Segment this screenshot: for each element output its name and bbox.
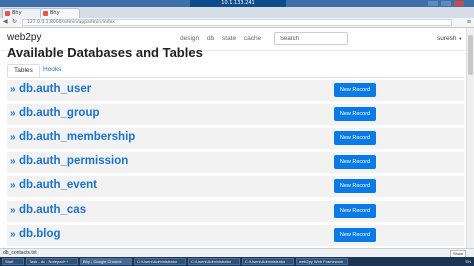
nav-link-state[interactable]: state — [222, 35, 236, 42]
table-row: » db.blog New Record — [7, 225, 464, 246]
expand-arrow-icon: » — [10, 156, 16, 167]
tab-tables[interactable]: Tables — [7, 64, 40, 77]
table-link[interactable]: db.auth_permission — [19, 155, 128, 167]
new-record-button[interactable]: New Record — [334, 179, 376, 193]
table-link[interactable]: db.auth_membership — [19, 131, 135, 143]
browser-tab-strip: Bhy Bhy — [0, 7, 474, 18]
nav-link-db[interactable]: db — [207, 35, 214, 42]
table-link[interactable]: db.blog — [19, 228, 61, 240]
table-link[interactable]: db.auth_event — [19, 179, 97, 191]
nav-link-design[interactable]: design — [180, 35, 199, 42]
browser-tab[interactable]: Bhy — [2, 8, 42, 18]
taskbar-item[interactable]: C:\Users\Administrator — [188, 258, 240, 265]
user-menu[interactable]: suresh ▼ — [437, 35, 462, 42]
system-tray[interactable]: EN — [465, 258, 471, 265]
download-item[interactable]: db_contacts.txt — [3, 250, 37, 257]
browser-tab-active[interactable]: Bhy — [40, 8, 80, 18]
windows-taskbar: Start Task - dc - Notepad++ Bhy - Google… — [0, 257, 474, 266]
brand-logo[interactable]: web2py — [7, 32, 41, 43]
user-name: suresh — [437, 35, 457, 42]
table-link[interactable]: db.auth_user — [19, 83, 91, 95]
table-row: » db.auth_user New Record — [7, 80, 464, 101]
nav-links: design db state cache — [180, 35, 267, 42]
expand-arrow-icon: » — [10, 229, 16, 240]
taskbar-item[interactable]: C:\Users\Administrator — [242, 258, 294, 265]
new-record-button[interactable]: New Record — [334, 204, 376, 218]
table-row: » db.auth_permission New Record — [7, 152, 464, 173]
expand-arrow-icon: » — [10, 180, 16, 191]
table-row: » db.auth_event New Record — [7, 176, 464, 197]
new-record-button[interactable]: New Record — [334, 228, 376, 242]
expand-arrow-icon: » — [10, 108, 16, 119]
new-record-button[interactable]: New Record — [334, 107, 376, 121]
new-record-button[interactable]: New Record — [334, 155, 376, 169]
new-record-button[interactable]: New Record — [334, 131, 376, 145]
scrollbar-thumb[interactable] — [468, 35, 473, 75]
browser-tab-label: Bhy — [12, 10, 22, 16]
browser-tab-label: Bhy — [50, 10, 60, 16]
expand-arrow-icon: » — [10, 132, 16, 143]
search-input[interactable] — [274, 32, 348, 45]
restore-icon[interactable] — [441, 1, 451, 6]
minimize-icon[interactable] — [428, 1, 438, 6]
page-title: Available Databases and Tables — [7, 45, 203, 60]
page-tabs: Tables Hooks — [7, 63, 464, 78]
nav-link-cache[interactable]: cache — [244, 35, 261, 42]
expand-arrow-icon: » — [10, 84, 16, 95]
browser-menu-icon[interactable]: ≡ — [467, 18, 471, 27]
table-row: » db.auth_cas New Record — [7, 201, 464, 222]
web2py-favicon-icon — [43, 11, 48, 16]
web2py-favicon-icon — [5, 11, 10, 16]
caret-down-icon: ▼ — [458, 35, 463, 41]
back-arrow-icon[interactable]: ◀ — [3, 19, 8, 26]
reload-icon[interactable]: ↻ — [12, 19, 17, 26]
table-link[interactable]: db.auth_group — [19, 107, 100, 119]
table-row: » db.auth_membership New Record — [7, 128, 464, 149]
table-link[interactable]: db.auth_cas — [19, 204, 86, 216]
table-row: » db.auth_group New Record — [7, 104, 464, 125]
expand-arrow-icon: » — [10, 205, 16, 216]
close-icon[interactable] — [454, 1, 464, 6]
remote-desktop-title: 10.1.133.241 — [190, 0, 286, 7]
taskbar-item[interactable]: Task - dc - Notepad++ — [26, 258, 78, 265]
url-field[interactable]: 127.0.0.1:8000/admin/appadmin/index — [22, 19, 452, 26]
new-record-button[interactable]: New Record — [334, 83, 376, 97]
taskbar-item[interactable]: C:\Users\Administrator — [134, 258, 186, 265]
taskbar-item-active[interactable]: Bhy - Google Chrome — [80, 258, 132, 265]
address-bar-row: ◀ ↻ 127.0.0.1:8000/admin/appadmin/index … — [0, 18, 474, 28]
taskbar-item[interactable]: web2py Web Framework — [296, 258, 348, 265]
start-button[interactable]: Start — [2, 258, 24, 265]
tab-hooks[interactable]: Hooks — [37, 64, 67, 77]
